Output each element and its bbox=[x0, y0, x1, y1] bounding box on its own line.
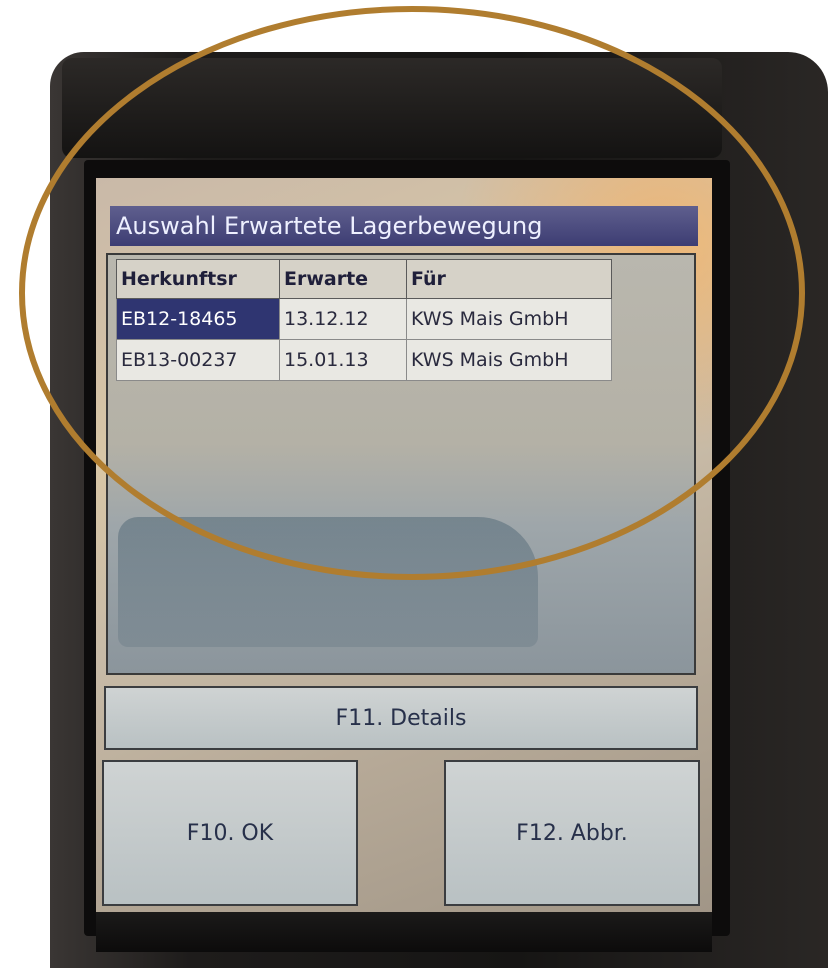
movement-list[interactable]: Herkunftsr Erwarte Für EB12-18465 13.12.… bbox=[106, 253, 696, 675]
cell-expected[interactable]: 15.01.13 bbox=[279, 339, 407, 381]
cell-origin[interactable]: EB13-00237 bbox=[116, 339, 280, 381]
movement-table: Herkunftsr Erwarte Für EB12-18465 13.12.… bbox=[116, 259, 612, 381]
column-header-for[interactable]: Für bbox=[406, 259, 612, 299]
cell-for[interactable]: KWS Mais GmbH bbox=[406, 339, 612, 381]
device-top-bezel bbox=[62, 58, 722, 158]
window-title: Auswahl Erwartete Lagerbewegung bbox=[110, 206, 698, 246]
cell-origin[interactable]: EB12-18465 bbox=[116, 298, 280, 340]
cell-for[interactable]: KWS Mais GmbH bbox=[406, 298, 612, 340]
table-row[interactable]: EB12-18465 13.12.12 KWS Mais GmbH bbox=[116, 298, 612, 340]
column-header-expected[interactable]: Erwarte bbox=[279, 259, 407, 299]
cell-expected[interactable]: 13.12.12 bbox=[279, 298, 407, 340]
table-header-row: Herkunftsr Erwarte Für bbox=[116, 259, 612, 299]
ok-button[interactable]: F10. OK bbox=[102, 760, 358, 906]
table-row[interactable]: EB13-00237 15.01.13 KWS Mais GmbH bbox=[116, 339, 612, 381]
cancel-button[interactable]: F12. Abbr. bbox=[444, 760, 700, 906]
details-button[interactable]: F11. Details bbox=[104, 686, 698, 750]
screen-reflection bbox=[118, 517, 538, 647]
column-header-origin[interactable]: Herkunftsr bbox=[116, 259, 280, 299]
device-bottom-bezel bbox=[96, 912, 712, 952]
